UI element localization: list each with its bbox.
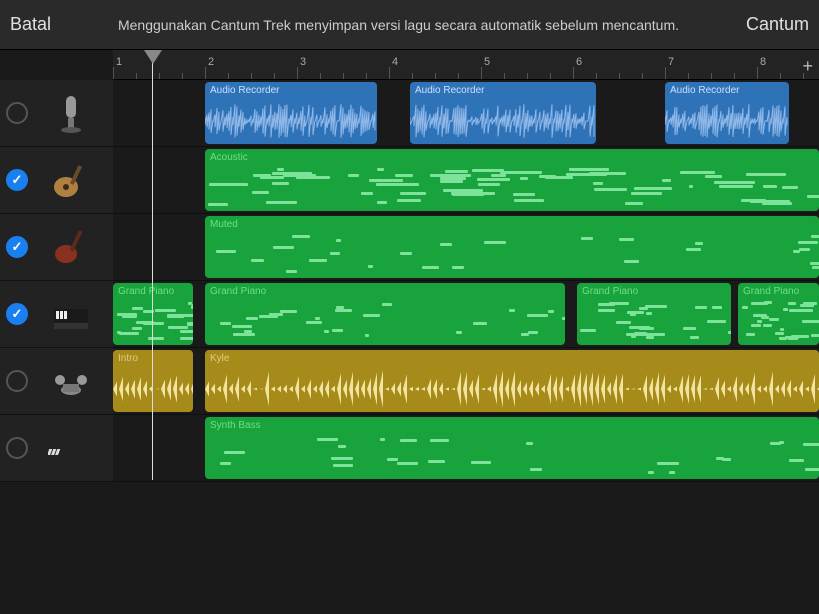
cancel-button[interactable]: Batal [10, 14, 51, 35]
timeline-ruler[interactable]: 1 2 3 4 5 6 7 8 + [113, 50, 819, 80]
region-midi[interactable]: Grand Piano [577, 283, 731, 345]
header-message: Menggunakan Cantum Trek menyimpan versi … [51, 17, 746, 33]
track-header-mic [0, 80, 113, 147]
arrange-area[interactable]: Audio Recorder Audio Recorder Audio Record… [113, 80, 819, 482]
track-lane-piano[interactable]: Grand Piano Grand Piano Grand Piano Grand P… [113, 281, 819, 348]
track-merge-checkbox[interactable] [6, 169, 28, 191]
region-midi[interactable]: Grand Piano [738, 283, 819, 345]
region-label: Grand Piano [113, 283, 193, 300]
playhead[interactable] [152, 50, 153, 480]
region-audio[interactable]: Audio Recorder [205, 82, 377, 144]
drums-icon [28, 358, 113, 404]
region-label: Acoustic [205, 149, 819, 166]
region-midi[interactable]: Synth Bass [205, 417, 819, 479]
track-merge-checkbox[interactable] [6, 370, 28, 392]
track-header-guitar [0, 147, 113, 214]
region-label: Audio Recorder [410, 82, 596, 99]
track-merge-checkbox[interactable] [6, 236, 28, 258]
track-header-bass [0, 214, 113, 281]
region-label: Intro [113, 350, 193, 367]
region-label: Grand Piano [738, 283, 819, 300]
region-audio[interactable]: Audio Recorder [665, 82, 789, 144]
region-label: Audio Recorder [665, 82, 789, 99]
track-lane-bass[interactable]: Muted [113, 214, 819, 281]
region-midi[interactable]: Acoustic [205, 149, 819, 211]
bar-number: 8 [760, 56, 766, 68]
track-lane-guitar[interactable]: Acoustic [113, 147, 819, 214]
track-header-drums [0, 348, 113, 415]
bass-icon [28, 224, 113, 270]
bar-number: 5 [484, 56, 490, 68]
track-lane-mic[interactable]: Audio Recorder Audio Recorder Audio Record… [113, 80, 819, 147]
microphone-icon [28, 90, 113, 136]
region-midi[interactable]: Muted [205, 216, 819, 278]
region-label: Kyle [205, 350, 819, 367]
merge-button[interactable]: Cantum [746, 14, 809, 35]
region-label: Synth Bass [205, 417, 819, 434]
bar-number: 1 [116, 56, 122, 68]
track-merge-checkbox[interactable] [6, 102, 28, 124]
add-track-button[interactable]: + [802, 56, 813, 77]
region-label: Audio Recorder [205, 82, 377, 99]
region-label: Grand Piano [577, 283, 731, 300]
track-header-synth [0, 415, 113, 482]
region-drum[interactable]: Intro [113, 350, 193, 412]
region-midi[interactable]: Grand Piano [205, 283, 565, 345]
track-lane-drums[interactable]: Intro Kyle [113, 348, 819, 415]
bar-number: 3 [300, 56, 306, 68]
track-merge-checkbox[interactable] [6, 303, 28, 325]
region-drum[interactable]: Kyle [205, 350, 819, 412]
keyboard-icon [28, 425, 113, 471]
track-merge-checkbox[interactable] [6, 437, 28, 459]
bar-number: 4 [392, 56, 398, 68]
bar-number: 2 [208, 56, 214, 68]
bar-number: 6 [576, 56, 582, 68]
region-label: Muted [205, 216, 819, 233]
bar-number: 7 [668, 56, 674, 68]
track-header-piano [0, 281, 113, 348]
region-audio[interactable]: Audio Recorder [410, 82, 596, 144]
track-header-column [0, 80, 113, 482]
piano-icon [28, 291, 113, 337]
region-midi[interactable]: Grand Piano [113, 283, 193, 345]
track-lane-synth[interactable]: Synth Bass [113, 415, 819, 482]
header-bar: Batal Menggunakan Cantum Trek menyimpan … [0, 0, 819, 50]
region-label: Grand Piano [205, 283, 565, 300]
guitar-icon [28, 157, 113, 203]
